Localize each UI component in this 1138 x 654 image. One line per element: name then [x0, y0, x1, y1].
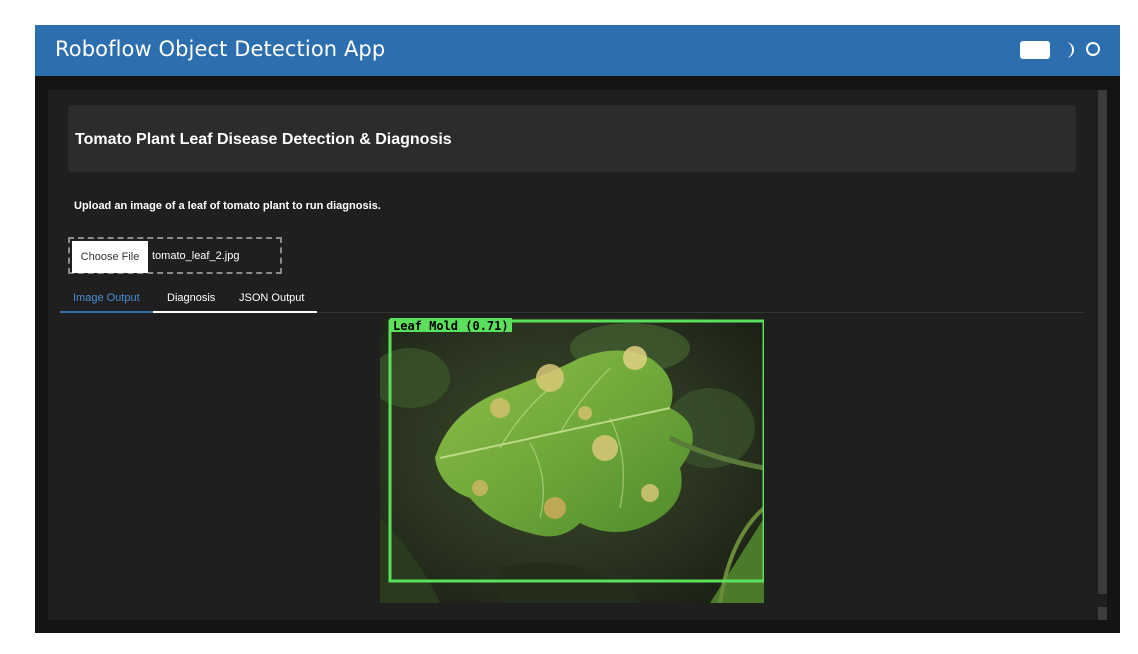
page-heading: Tomato Plant Leaf Disease Detection & Di…	[75, 131, 452, 148]
sun-icon[interactable]	[1085, 41, 1101, 57]
file-name: tomato_leaf_2.jpg	[152, 250, 240, 262]
file-upload[interactable]: Choose File tomato_leaf_2.jpg	[68, 237, 282, 274]
app-window: Roboflow Object Detection App Tomato Pla…	[35, 25, 1120, 633]
tabs-underline	[153, 311, 317, 313]
tab-label: Image Output	[73, 292, 140, 304]
scrollbar-corner	[1098, 607, 1107, 620]
tab-label: JSON Output	[239, 292, 305, 304]
title-card: Tomato Plant Leaf Disease Detection & Di…	[68, 105, 1076, 172]
active-tab-indicator	[60, 311, 153, 313]
upload-description: Upload an image of a leaf of tomato plan…	[74, 200, 381, 212]
detection-output-image: Leaf Mold (0.71)	[380, 318, 764, 603]
app-header: Roboflow Object Detection App	[35, 25, 1120, 76]
app-title: Roboflow Object Detection App	[55, 37, 386, 61]
detection-label: Leaf Mold (0.71)	[393, 319, 509, 333]
main-content: Tomato Plant Leaf Disease Detection & Di…	[48, 90, 1098, 620]
toggle-icon[interactable]	[1020, 41, 1050, 59]
choose-file-button[interactable]: Choose File	[72, 241, 148, 273]
scrollbar-thumb[interactable]	[1098, 90, 1107, 594]
moon-icon[interactable]	[1062, 40, 1078, 60]
tab-label: Diagnosis	[167, 292, 216, 304]
